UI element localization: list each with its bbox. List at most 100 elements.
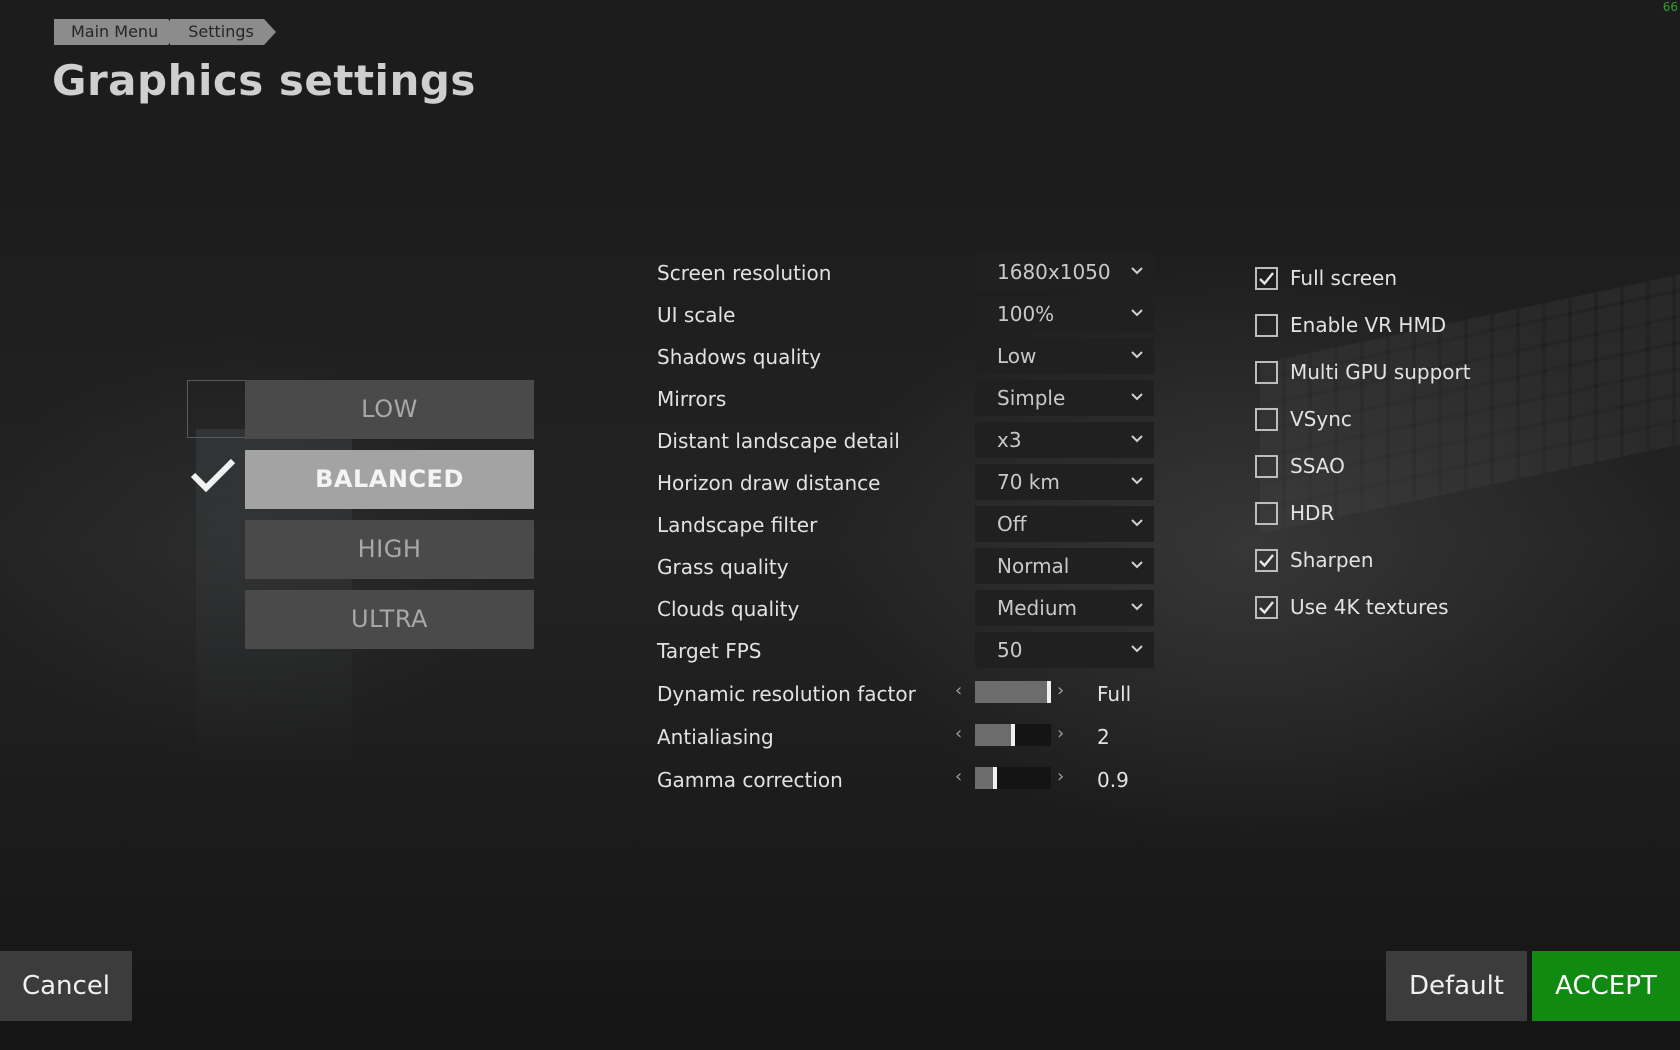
checkbox-label: SSAO <box>1290 454 1345 478</box>
grass-quality-dropdown[interactable]: Normal <box>975 548 1154 584</box>
sharpen-checkbox[interactable]: Sharpen <box>1255 547 1374 573</box>
dropdown-value: Off <box>997 512 1027 536</box>
chevron-down-icon <box>1131 393 1143 401</box>
chevron-down-icon <box>1131 645 1143 653</box>
chevron-down-icon <box>1131 309 1143 317</box>
checkbox-label: VSync <box>1290 407 1352 431</box>
multi-gpu-support-checkbox[interactable]: Multi GPU support <box>1255 359 1471 385</box>
setting-label-dynamic-resolution-factor: Dynamic resolution factor <box>657 682 916 706</box>
checkbox-box[interactable] <box>1255 313 1278 337</box>
setting-label-screen-resolution: Screen resolution <box>657 261 832 285</box>
preset-low-button[interactable]: LOW <box>245 380 534 439</box>
horizon-draw-distance-dropdown[interactable]: 70 km <box>975 464 1154 500</box>
accept-button[interactable]: ACCEPT <box>1532 951 1680 1021</box>
distant-landscape-detail-dropdown[interactable]: x3 <box>975 422 1154 458</box>
mirrors-dropdown[interactable]: Simple <box>975 380 1154 416</box>
preset-ultra-button[interactable]: ULTRA <box>245 590 534 649</box>
checkbox-box[interactable] <box>1255 360 1278 384</box>
setting-label-landscape-filter: Landscape filter <box>657 513 818 537</box>
chevron-left-icon[interactable]: ‹ <box>955 680 962 701</box>
use-4k-textures-checkbox[interactable]: Use 4K textures <box>1255 594 1449 620</box>
setting-label-target-fps: Target FPS <box>657 639 762 663</box>
dynamic-resolution-slider[interactable] <box>975 681 1051 703</box>
slider-thumb[interactable] <box>993 767 997 789</box>
fps-counter: 66 <box>1662 0 1678 14</box>
checkbox-box[interactable] <box>1255 454 1278 478</box>
chevron-down-icon <box>1131 435 1143 443</box>
antialiasing-slider[interactable] <box>975 724 1051 746</box>
checkbox-box[interactable] <box>1255 266 1278 290</box>
dropdown-value: Simple <box>997 386 1066 410</box>
checkbox-label: Use 4K textures <box>1290 595 1449 619</box>
preset-high-button[interactable]: HIGH <box>245 520 534 579</box>
breadcrumb-main-menu[interactable]: Main Menu <box>54 19 181 45</box>
checkbox-label: Enable VR HMD <box>1290 313 1447 337</box>
checkbox-label: HDR <box>1290 501 1335 525</box>
checkbox-box[interactable] <box>1255 407 1278 431</box>
landscape-filter-dropdown[interactable]: Off <box>975 506 1154 542</box>
checkmark-icon <box>1259 600 1274 614</box>
dropdown-value: Normal <box>997 554 1070 578</box>
chevron-left-icon[interactable]: ‹ <box>955 723 962 744</box>
checkmark-icon <box>1259 271 1274 285</box>
checkbox-label: Sharpen <box>1290 548 1374 572</box>
dropdown-value: 70 km <box>997 470 1060 494</box>
checkbox-box[interactable] <box>1255 595 1278 619</box>
hdr-checkbox[interactable]: HDR <box>1255 500 1334 526</box>
breadcrumb: Main Menu Settings <box>54 19 276 45</box>
slider-fill <box>975 681 1047 703</box>
preset-balanced-button[interactable]: BALANCED <box>245 450 534 509</box>
dropdown-value: Medium <box>997 596 1077 620</box>
checkbox-label: Full screen <box>1290 266 1398 290</box>
checkbox-box[interactable] <box>1255 548 1278 572</box>
slider-thumb[interactable] <box>1011 724 1015 746</box>
chevron-left-icon[interactable]: ‹ <box>955 766 962 787</box>
full-screen-checkbox[interactable]: Full screen <box>1255 265 1397 291</box>
ui-scale-dropdown[interactable]: 100% <box>975 296 1154 332</box>
setting-label-ui-scale: UI scale <box>657 303 736 327</box>
shadows-quality-dropdown[interactable]: Low <box>975 338 1154 374</box>
chevron-down-icon <box>1131 267 1143 275</box>
ssao-checkbox[interactable]: SSAO <box>1255 453 1345 479</box>
dropdown-value: Low <box>997 344 1037 368</box>
slider-thumb[interactable] <box>1047 681 1051 703</box>
checkbox-label: Multi GPU support <box>1290 360 1471 384</box>
dropdown-value: 1680x1050 <box>997 260 1111 284</box>
slider-fill <box>975 724 1011 746</box>
vsync-checkbox[interactable]: VSync <box>1255 406 1352 432</box>
setting-label-mirrors: Mirrors <box>657 387 727 411</box>
chevron-down-icon <box>1131 477 1143 485</box>
gamma-correction-slider[interactable] <box>975 767 1051 789</box>
setting-label-horizon-draw-distance: Horizon draw distance <box>657 471 881 495</box>
enable-vr-hmd-checkbox[interactable]: Enable VR HMD <box>1255 312 1446 338</box>
default-button[interactable]: Default <box>1386 951 1527 1021</box>
breadcrumb-settings[interactable]: Settings <box>170 19 276 45</box>
slider-value: 0.9 <box>1097 768 1129 792</box>
checkmark-icon <box>1259 553 1274 567</box>
dropdown-value: 50 <box>997 638 1023 662</box>
chevron-down-icon <box>1131 351 1143 359</box>
chevron-right-icon[interactable]: › <box>1057 680 1064 701</box>
target-fps-dropdown[interactable]: 50 <box>975 632 1154 668</box>
chevron-right-icon[interactable]: › <box>1057 766 1064 787</box>
setting-label-shadows-quality: Shadows quality <box>657 345 822 369</box>
clouds-quality-dropdown[interactable]: Medium <box>975 590 1154 626</box>
setting-label-clouds-quality: Clouds quality <box>657 597 800 621</box>
setting-label-antialiasing: Antialiasing <box>657 725 774 749</box>
setting-label-distant-landscape-detail: Distant landscape detail <box>657 429 900 453</box>
setting-label-grass-quality: Grass quality <box>657 555 789 579</box>
selected-check-icon <box>190 458 236 493</box>
chevron-right-icon[interactable]: › <box>1057 723 1064 744</box>
checkbox-box[interactable] <box>1255 501 1278 525</box>
chevron-down-icon <box>1131 561 1143 569</box>
header-bar: Main Menu Settings Graphics settings 66 <box>0 0 1680 129</box>
setting-label-gamma-correction: Gamma correction <box>657 768 843 792</box>
page-title: Graphics settings <box>52 56 476 105</box>
cancel-button[interactable]: Cancel <box>0 951 132 1021</box>
dropdown-value: 100% <box>997 302 1055 326</box>
slider-fill <box>975 767 993 789</box>
slider-value: Full <box>1097 682 1132 706</box>
dropdown-value: x3 <box>997 428 1022 452</box>
chevron-down-icon <box>1131 519 1143 527</box>
screen-resolution-dropdown[interactable]: 1680x1050 <box>975 254 1154 290</box>
